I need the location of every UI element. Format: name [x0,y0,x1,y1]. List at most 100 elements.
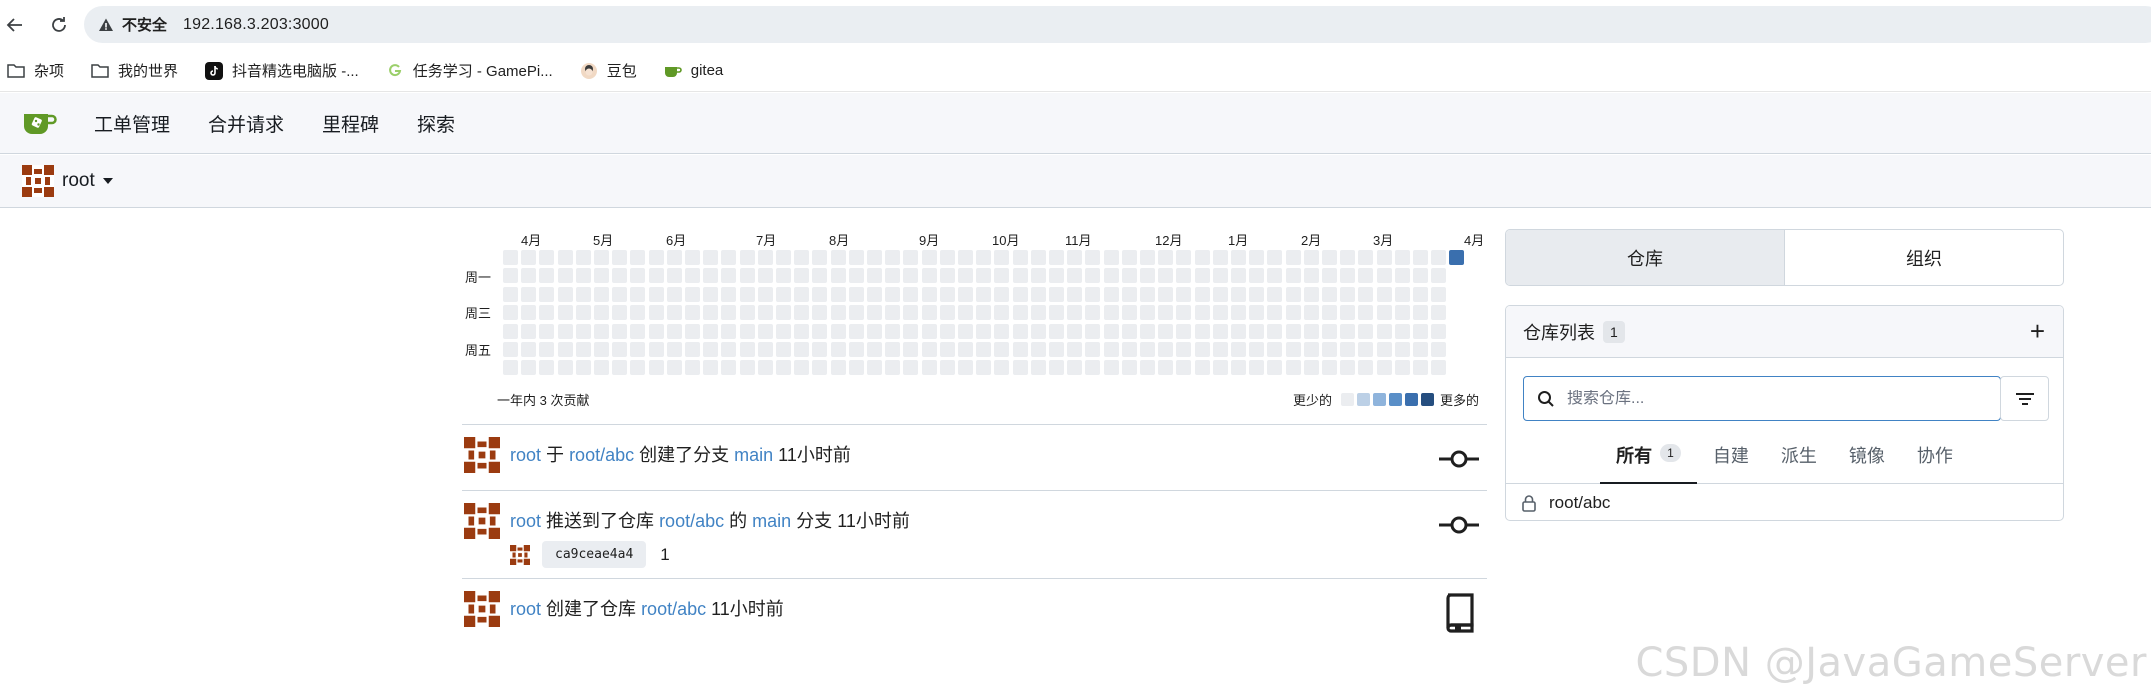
heatmap-cell[interactable] [521,323,537,339]
repo-link[interactable]: root/abc [659,511,724,531]
heatmap-cell[interactable] [1121,342,1137,357]
heatmap-cell[interactable] [594,286,609,302]
heatmap-cell[interactable] [1158,286,1174,302]
heatmap-cell[interactable] [885,342,901,357]
heatmap-cell[interactable] [1140,268,1155,284]
user-link[interactable]: root [510,599,541,619]
heatmap-cell[interactable] [648,286,664,302]
gitea-logo-icon[interactable] [22,108,58,138]
heatmap-cell[interactable] [630,268,646,284]
heatmap-cell[interactable] [1376,305,1392,321]
heatmap-cell[interactable] [648,360,664,376]
nav-explore[interactable]: 探索 [417,110,455,137]
heatmap-cell[interactable] [739,286,755,302]
heatmap-cell[interactable] [666,342,682,357]
heatmap-cell[interactable] [721,360,737,376]
heatmap-cell[interactable] [1267,323,1283,339]
heatmap-cell[interactable] [958,360,973,376]
heatmap-cell[interactable] [721,250,737,265]
repo-search[interactable] [1523,376,2001,421]
heatmap-cell[interactable] [539,360,555,376]
heatmap-cell[interactable] [1012,250,1028,265]
heatmap-cell[interactable] [1249,305,1265,321]
heatmap-cell[interactable] [575,268,591,284]
heatmap-cell[interactable] [903,250,919,265]
heatmap-cell[interactable] [539,305,555,321]
heatmap-cell[interactable] [1358,305,1374,321]
heatmap-cell[interactable] [885,323,901,339]
heatmap-cell[interactable] [1103,286,1119,302]
heatmap-cell[interactable] [503,323,518,339]
heatmap-cell[interactable] [666,250,682,265]
heatmap-cell[interactable] [1249,250,1265,265]
heatmap-cell[interactable] [776,360,791,376]
heatmap-cell[interactable] [630,342,646,357]
heatmap-cell[interactable] [958,268,973,284]
bookmark-item[interactable]: 豆包 [579,60,637,81]
heatmap-cell[interactable] [958,305,973,321]
heatmap-cell[interactable] [1030,250,1046,265]
heatmap-cell[interactable] [1249,360,1265,376]
heatmap-cell[interactable] [521,305,537,321]
heatmap-cell[interactable] [1067,323,1083,339]
heatmap-cell[interactable] [1194,286,1210,302]
heatmap-cell[interactable] [848,342,864,357]
heatmap-cell[interactable] [721,323,737,339]
heatmap-cell[interactable] [575,342,591,357]
heatmap-cell[interactable] [1085,286,1101,302]
heatmap-cell[interactable] [1121,286,1137,302]
heatmap-cell[interactable] [776,342,791,357]
heatmap-cell[interactable] [666,323,682,339]
heatmap-cell[interactable] [867,360,882,376]
heatmap-cell[interactable] [1322,305,1337,321]
heatmap-cell[interactable] [1030,305,1046,321]
heatmap-cell[interactable] [1158,268,1174,284]
heatmap-cell[interactable] [1085,360,1101,376]
user-link[interactable]: root [510,445,541,465]
heatmap-cell[interactable] [848,268,864,284]
heatmap-cell[interactable] [812,286,828,302]
heatmap-cell[interactable] [630,360,646,376]
subtab-all[interactable]: 所有 1 [1600,432,1697,484]
heatmap-cell[interactable] [867,342,882,357]
heatmap-cell[interactable] [939,342,955,357]
heatmap-cell[interactable] [921,286,937,302]
heatmap-cell[interactable] [1431,342,1447,357]
heatmap-cell[interactable] [1303,360,1319,376]
heatmap-cell[interactable] [539,268,555,284]
heatmap-cell[interactable] [521,250,537,265]
heatmap-cell[interactable] [1103,305,1119,321]
heatmap-cell[interactable] [830,360,846,376]
heatmap-cell[interactable] [1176,342,1192,357]
heatmap-cell[interactable] [830,268,846,284]
heatmap-cell[interactable] [703,268,719,284]
heatmap-cell[interactable] [1303,268,1319,284]
heatmap-cell[interactable] [757,360,773,376]
heatmap-cell[interactable] [1140,286,1155,302]
heatmap-cell[interactable] [1285,360,1301,376]
heatmap-cell[interactable] [1340,360,1356,376]
heatmap-cell[interactable] [994,286,1010,302]
heatmap-cell[interactable] [830,286,846,302]
add-repo-button[interactable]: + [2030,318,2045,344]
caret-down-icon[interactable] [102,178,113,184]
heatmap-cell[interactable] [1358,268,1374,284]
heatmap-cell[interactable] [1212,342,1228,357]
heatmap-cell[interactable] [1285,286,1301,302]
heatmap-cell[interactable] [1376,268,1392,284]
heatmap-cell[interactable] [1413,286,1428,302]
bookmark-item[interactable]: 杂项 [6,60,64,81]
heatmap-cell[interactable] [1121,305,1137,321]
nav-pulls[interactable]: 合并请求 [208,110,284,137]
heatmap-cell[interactable] [1030,342,1046,357]
heatmap-cell[interactable] [830,323,846,339]
repo-list-item[interactable]: root/abc [1506,485,2063,520]
heatmap-cell[interactable] [994,305,1010,321]
heatmap-cell[interactable] [1376,342,1392,357]
heatmap-cell[interactable] [1340,250,1356,265]
heatmap-cell[interactable] [1231,323,1246,339]
heatmap-cell[interactable] [557,360,573,376]
heatmap-cell[interactable] [685,286,700,302]
heatmap-cell[interactable] [794,342,810,357]
heatmap-cell[interactable] [848,323,864,339]
